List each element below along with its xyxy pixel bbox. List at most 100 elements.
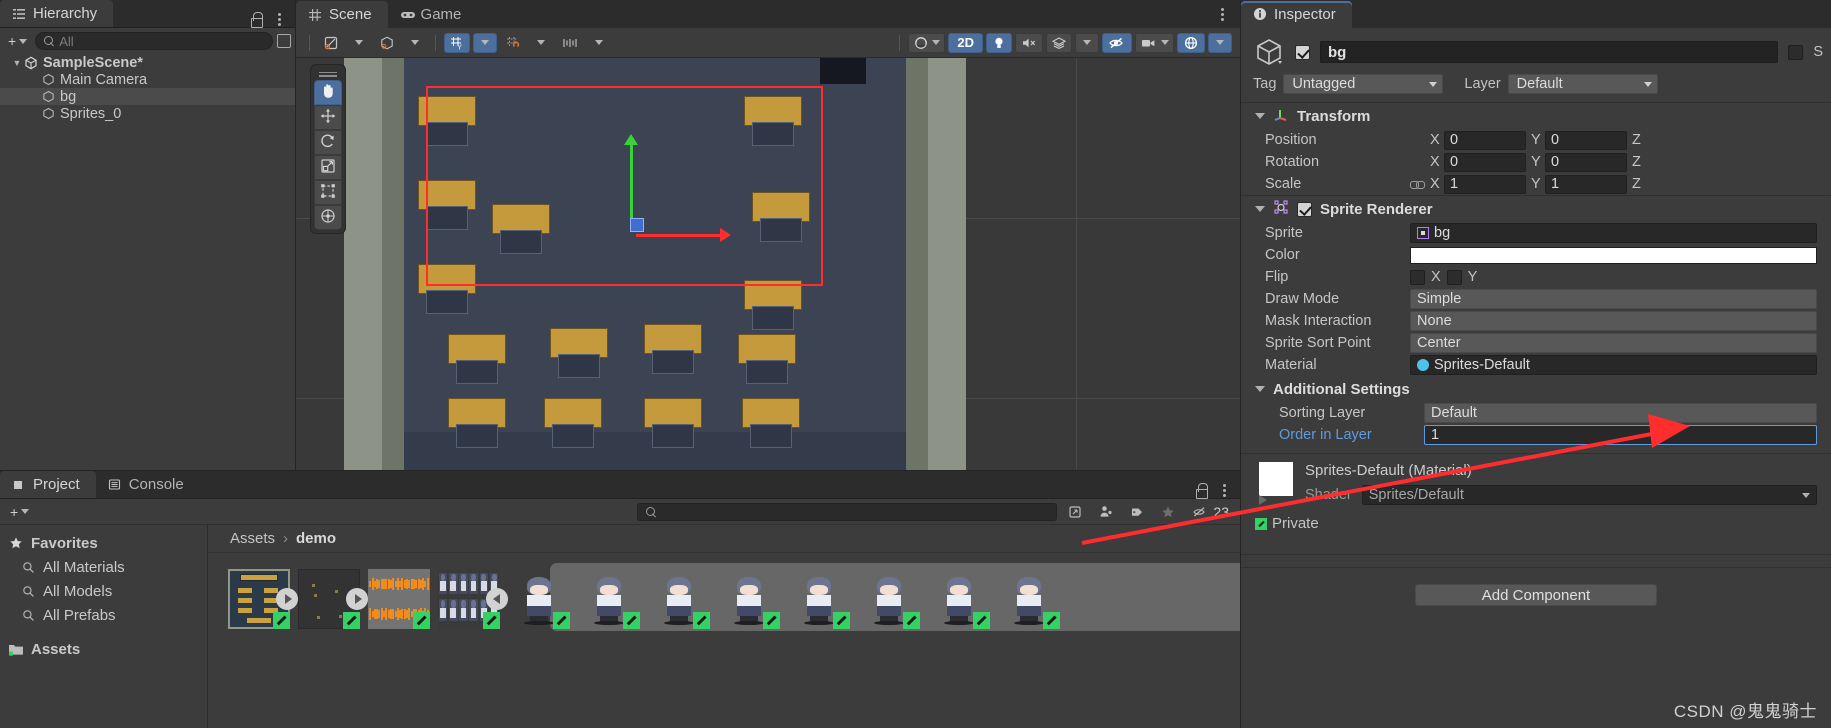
tab-hierarchy[interactable]: Hierarchy xyxy=(0,0,114,27)
asset-item[interactable] xyxy=(368,569,436,632)
transform-rotation-x-input[interactable]: 0 xyxy=(1444,152,1526,172)
transform-position-x-input[interactable]: 0 xyxy=(1444,130,1526,150)
expand-triangle-icon[interactable]: ▼ xyxy=(10,58,24,68)
grid-snapping-button[interactable] xyxy=(500,33,526,53)
gizmos-caret[interactable] xyxy=(1208,32,1232,53)
project-create-button[interactable]: + xyxy=(6,505,33,519)
sprite-field[interactable]: bg xyxy=(1410,223,1817,243)
sorting-layer-dropdown[interactable]: Default xyxy=(1424,403,1817,423)
play-right-icon[interactable] xyxy=(346,588,368,610)
filter-by-type-button[interactable] xyxy=(1093,502,1119,522)
transform-tool[interactable] xyxy=(314,205,342,230)
sprite-renderer-component-header[interactable]: Sprite Renderer xyxy=(1241,196,1831,222)
hierarchy-menu-icon[interactable] xyxy=(271,11,287,27)
hierarchy-item-bg[interactable]: bg xyxy=(0,88,295,105)
asset-item[interactable] xyxy=(298,569,368,632)
lock-icon[interactable] xyxy=(1194,482,1208,499)
cube-wire-button[interactable] xyxy=(374,33,400,53)
play-right-icon[interactable] xyxy=(276,588,298,610)
add-component-button[interactable]: Add Component xyxy=(1415,584,1657,606)
scene-visibility-button[interactable] xyxy=(1102,32,1132,53)
filter-by-label-button[interactable] xyxy=(1124,502,1150,522)
scene-fx-button[interactable] xyxy=(1046,32,1072,53)
gizmo-sphere-button[interactable] xyxy=(908,32,946,53)
asset-item[interactable] xyxy=(998,569,1066,632)
material-field[interactable]: Sprites-Default xyxy=(1410,355,1817,375)
project-tree-item-favorites[interactable]: Favorites xyxy=(0,531,207,555)
asset-item[interactable] xyxy=(718,569,786,632)
flip-y-checkbox[interactable] xyxy=(1446,269,1462,285)
hierarchy-item-sprites-0[interactable]: Sprites_0 xyxy=(0,105,295,122)
project-menu-icon[interactable] xyxy=(1216,482,1232,498)
search-in-scene-button[interactable] xyxy=(1062,502,1088,522)
create-menu-button[interactable]: + xyxy=(4,34,31,48)
sprite-renderer-enabled-checkbox[interactable] xyxy=(1297,201,1312,217)
breadcrumb-root[interactable]: Assets xyxy=(230,530,275,547)
scene-lighting-button[interactable] xyxy=(986,32,1012,53)
scene-canvas[interactable] xyxy=(296,58,1240,470)
transform-scale-y-input[interactable]: 1 xyxy=(1545,174,1627,194)
gizmo-origin-handle[interactable] xyxy=(630,218,644,232)
asset-item[interactable] xyxy=(228,569,298,632)
project-search-input[interactable] xyxy=(637,502,1058,521)
draw-mode-caret[interactable] xyxy=(347,33,371,53)
collapse-triangle-icon[interactable] xyxy=(1255,113,1265,119)
transform-scale-x-input[interactable]: 1 xyxy=(1444,174,1526,194)
scene-fx-caret[interactable] xyxy=(1075,32,1099,53)
lock-icon[interactable] xyxy=(249,11,263,28)
hand-tool[interactable] xyxy=(314,80,342,105)
project-tree-item-all-prefabs[interactable]: All Prefabs xyxy=(0,603,207,627)
static-checkbox[interactable] xyxy=(1788,44,1804,60)
tab-inspector[interactable]: Inspector xyxy=(1241,0,1352,28)
tab-project[interactable]: Project xyxy=(0,471,96,498)
object-enabled-checkbox[interactable] xyxy=(1295,44,1310,60)
collapse-triangle-icon[interactable] xyxy=(1255,206,1265,212)
hierarchy-search-input[interactable]: All xyxy=(35,32,273,50)
mask-interaction-dropdown[interactable]: None xyxy=(1410,311,1817,331)
project-tree-item-all-models[interactable]: All Models xyxy=(0,579,207,603)
snap-increment-button[interactable] xyxy=(556,33,584,53)
hierarchy-item-main-camera[interactable]: Main Camera xyxy=(0,71,295,88)
tag-dropdown[interactable]: Untagged xyxy=(1283,74,1444,94)
asset-item[interactable] xyxy=(858,569,926,632)
hidden-assets-badge[interactable]: 23 xyxy=(1186,502,1234,522)
color-swatch[interactable] xyxy=(1410,246,1817,264)
transform-position-y-input[interactable]: 0 xyxy=(1545,130,1627,150)
sprite-sort-point-dropdown[interactable]: Center xyxy=(1410,333,1817,353)
favorites-filter-button[interactable] xyxy=(1155,502,1181,522)
transform-component-header[interactable]: Transform xyxy=(1241,103,1831,129)
grid-visibility-button[interactable]: Y xyxy=(444,32,470,53)
draw-mode-dropdown[interactable]: Simple xyxy=(1410,289,1817,309)
transform-rotation-y-input[interactable]: 0 xyxy=(1545,152,1627,172)
tab-console[interactable]: Console xyxy=(96,471,200,498)
hierarchy-filter-icon[interactable] xyxy=(277,34,291,48)
object-name-field[interactable]: bg xyxy=(1320,41,1779,63)
snap-increment-caret[interactable] xyxy=(587,33,611,53)
scene-audio-button[interactable] xyxy=(1015,32,1043,53)
asset-item[interactable] xyxy=(928,569,996,632)
additional-settings-header[interactable]: Additional Settings xyxy=(1241,376,1831,402)
constrain-proportions-icon[interactable] xyxy=(1410,178,1425,190)
rotate-tool[interactable] xyxy=(314,130,342,155)
draw-mode-shaded-button[interactable] xyxy=(318,33,344,53)
asset-item[interactable] xyxy=(508,569,576,632)
tab-scene[interactable]: Scene xyxy=(296,1,388,28)
rect-tool[interactable] xyxy=(314,180,342,205)
scene-menu-icon[interactable] xyxy=(1214,6,1230,22)
collapse-triangle-icon[interactable] xyxy=(1255,386,1265,392)
project-tree-item-all-materials[interactable]: All Materials xyxy=(0,555,207,579)
gizmo-x-axis[interactable] xyxy=(636,234,724,237)
hierarchy-item-samplescene[interactable]: ▼ SampleScene* xyxy=(0,54,295,71)
project-tree-item-assets[interactable]: Assets xyxy=(0,637,207,661)
gizmos-toggle-button[interactable] xyxy=(1177,32,1205,53)
shader-dropdown[interactable]: Sprites/Default xyxy=(1361,485,1817,505)
grid-visibility-caret[interactable] xyxy=(473,32,497,53)
gizmo-y-axis[interactable] xyxy=(630,140,633,228)
asset-item[interactable] xyxy=(648,569,716,632)
tab-game[interactable]: Game xyxy=(388,1,478,28)
layer-dropdown[interactable]: Default xyxy=(1507,74,1658,94)
scale-tool[interactable] xyxy=(314,155,342,180)
move-tool[interactable] xyxy=(314,105,342,130)
breadcrumb-current[interactable]: demo xyxy=(296,530,336,547)
asset-item[interactable] xyxy=(438,569,508,632)
